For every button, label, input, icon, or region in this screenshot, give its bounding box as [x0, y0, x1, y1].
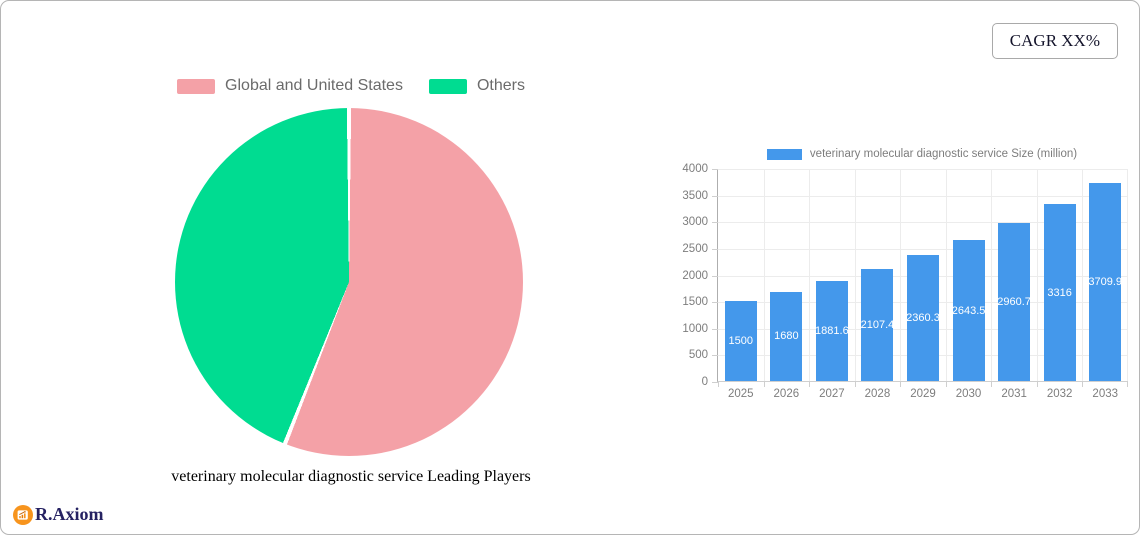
pie-legend-label-others: Others	[477, 77, 525, 95]
y-axis-tick	[712, 355, 718, 356]
x-axis-category-label: 2031	[1001, 388, 1027, 400]
x-axis-tick	[718, 381, 719, 387]
gridline	[946, 169, 947, 381]
x-axis-tick	[809, 381, 810, 387]
cagr-button[interactable]: CAGR XX%	[992, 23, 1118, 59]
gridline	[1127, 169, 1128, 381]
legend-swatch-others	[429, 79, 467, 94]
bar-legend[interactable]: veterinary molecular diagnostic service …	[717, 148, 1127, 160]
y-axis-tick-label: 1500	[666, 296, 708, 308]
bar-2030[interactable]	[953, 240, 985, 381]
y-axis-tick	[712, 222, 718, 223]
y-axis-tick-label: 0	[666, 376, 708, 388]
gridline	[718, 169, 1127, 170]
gridline	[1037, 169, 1038, 381]
y-axis-tick	[712, 169, 718, 170]
x-axis-category-label: 2026	[774, 388, 800, 400]
bar-legend-label: veterinary molecular diagnostic service …	[810, 148, 1077, 160]
bar-2031[interactable]	[998, 223, 1030, 381]
brand-logo: R.Axiom	[13, 504, 104, 525]
x-axis-tick	[764, 381, 765, 387]
gridline	[900, 169, 901, 381]
bar-2032[interactable]	[1044, 204, 1076, 381]
gridline	[1082, 169, 1083, 381]
bar-2029[interactable]	[907, 255, 939, 381]
pie-legend-item-others[interactable]: Others	[429, 77, 525, 95]
growth-chart-icon	[13, 505, 33, 525]
x-axis-tick	[991, 381, 992, 387]
y-axis-tick-label: 2500	[666, 243, 708, 255]
x-axis-tick	[1082, 381, 1083, 387]
legend-swatch-global	[177, 79, 215, 94]
pie-legend-item-global[interactable]: Global and United States	[177, 77, 403, 95]
report-card: CAGR XX% Global and United States Others…	[0, 0, 1140, 535]
x-axis-tick	[1127, 381, 1128, 387]
y-axis-tick-label: 2000	[666, 270, 708, 282]
bar-2026[interactable]	[770, 292, 802, 381]
gridline	[855, 169, 856, 381]
x-axis-category-label: 2029	[910, 388, 936, 400]
x-axis-category-label: 2027	[819, 388, 845, 400]
x-axis-tick	[900, 381, 901, 387]
x-axis-category-label: 2025	[728, 388, 754, 400]
y-axis-tick-label: 4000	[666, 163, 708, 175]
pie-chart-title: veterinary molecular diagnostic service …	[1, 468, 701, 486]
y-axis-tick-label: 3000	[666, 216, 708, 228]
y-axis-tick-label: 1000	[666, 323, 708, 335]
pie-legend: Global and United States Others	[1, 77, 701, 95]
bar-2028[interactable]	[861, 269, 893, 381]
gridline	[809, 169, 810, 381]
y-axis-tick	[712, 302, 718, 303]
x-axis-category-label: 2028	[865, 388, 891, 400]
bar-legend-swatch	[767, 149, 802, 160]
bar-2027[interactable]	[816, 281, 848, 381]
gridline	[718, 196, 1127, 197]
pie-chart[interactable]	[175, 108, 523, 456]
brand-name: R.Axiom	[35, 504, 104, 525]
y-axis-tick	[712, 276, 718, 277]
gridline	[991, 169, 992, 381]
y-axis-tick	[712, 329, 718, 330]
gridline	[764, 169, 765, 381]
x-axis-tick	[1037, 381, 1038, 387]
y-axis-tick	[712, 249, 718, 250]
y-axis-tick-label: 3500	[666, 190, 708, 202]
pie-legend-label-global: Global and United States	[225, 77, 403, 95]
bar-2025[interactable]	[725, 301, 757, 381]
y-axis-tick	[712, 196, 718, 197]
bar-2033[interactable]	[1089, 183, 1121, 381]
x-axis-category-label: 2032	[1047, 388, 1073, 400]
bar-chart: 0500100015002000250030003500400015002025…	[717, 169, 1127, 382]
x-axis-category-label: 2030	[956, 388, 982, 400]
x-axis-tick	[855, 381, 856, 387]
y-axis-tick-label: 500	[666, 349, 708, 361]
x-axis-tick	[946, 381, 947, 387]
x-axis-category-label: 2033	[1092, 388, 1118, 400]
